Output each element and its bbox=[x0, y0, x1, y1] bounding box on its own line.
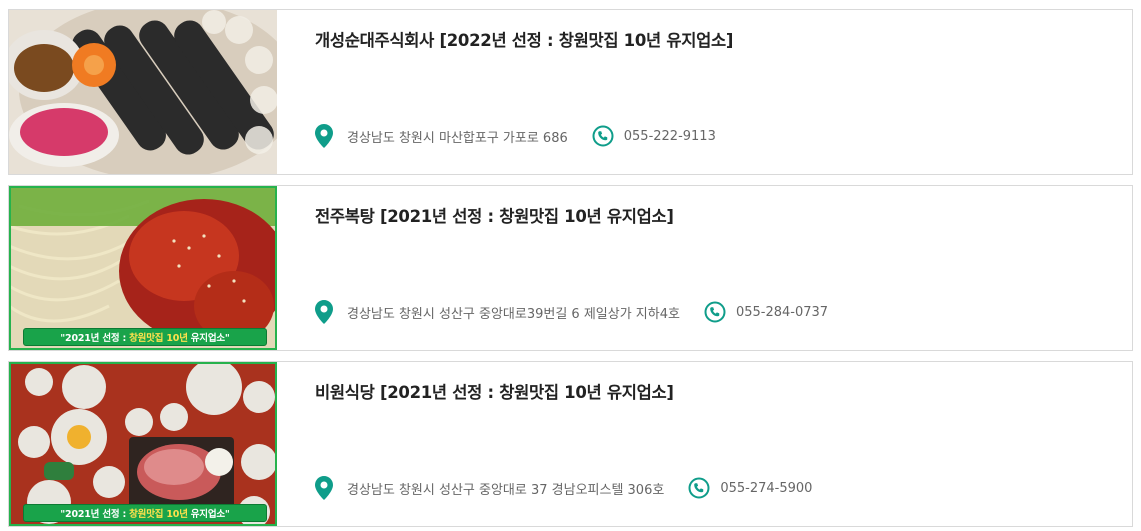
restaurant-name[interactable]: 비원식당 [2021년 선정 : 창원맛집 10년 유지업소] bbox=[315, 382, 1132, 404]
phone-number[interactable]: 055-284-0737 bbox=[736, 305, 828, 320]
phone-row: 055-284-0737 bbox=[704, 301, 828, 323]
address-row: 경상남도 창원시 성산구 중앙대로 37 경남오피스텔 306호 bbox=[315, 476, 664, 500]
award-badge: "2021년 선정 : 창원맛집 10년 유지업소" bbox=[23, 328, 267, 346]
address-text: 경상남도 창원시 마산합포구 가포로 686 bbox=[347, 130, 568, 146]
address-row: 경상남도 창원시 마산합포구 가포로 686 bbox=[315, 124, 568, 148]
award-badge: "2021년 선정 : 창원맛집 10년 유지업소" bbox=[23, 504, 267, 522]
phone-number[interactable]: 055-274-5900 bbox=[720, 481, 812, 496]
address-text: 경상남도 창원시 성산구 중앙대로 37 경남오피스텔 306호 bbox=[347, 482, 665, 498]
address-text: 경상남도 창원시 성산구 중앙대로39번길 6 제일상가 지하4호 bbox=[347, 306, 680, 322]
restaurant-card[interactable]: "2021년 선정 : 창원맛집 10년 유지업소" 비원식당 [2021년 선… bbox=[8, 361, 1133, 527]
restaurant-info: 비원식당 [2021년 선정 : 창원맛집 10년 유지업소] 경상남도 창원시… bbox=[277, 362, 1132, 526]
map-pin-icon bbox=[315, 476, 333, 500]
restaurant-info: 개성순대주식회사 [2022년 선정 : 창원맛집 10년 유지업소] 경상남도… bbox=[277, 10, 1132, 174]
phone-row: 055-222-9113 bbox=[592, 125, 716, 147]
badge-prefix: "2021년 선정 : bbox=[60, 509, 127, 520]
phone-icon bbox=[704, 301, 726, 323]
restaurant-name[interactable]: 전주복탕 [2021년 선정 : 창원맛집 10년 유지업소] bbox=[315, 206, 1132, 228]
phone-icon bbox=[688, 477, 710, 499]
map-pin-icon bbox=[315, 300, 333, 324]
badge-highlight: 창원맛집 10년 bbox=[129, 509, 188, 520]
restaurant-name[interactable]: 개성순대주식회사 [2022년 선정 : 창원맛집 10년 유지업소] bbox=[315, 30, 1132, 52]
restaurant-list: 개성순대주식회사 [2022년 선정 : 창원맛집 10년 유지업소] 경상남도… bbox=[8, 9, 1133, 531]
restaurant-card[interactable]: "2021년 선정 : 창원맛집 10년 유지업소" 전주복탕 [2021년 선… bbox=[8, 185, 1133, 351]
restaurant-card[interactable]: 개성순대주식회사 [2022년 선정 : 창원맛집 10년 유지업소] 경상남도… bbox=[8, 9, 1133, 175]
address-row: 경상남도 창원시 성산구 중앙대로39번길 6 제일상가 지하4호 bbox=[315, 300, 680, 324]
restaurant-meta: 경상남도 창원시 성산구 중앙대로 37 경남오피스텔 306호 055-274… bbox=[315, 476, 836, 500]
badge-prefix: "2021년 선정 : bbox=[60, 333, 127, 344]
restaurant-info: 전주복탕 [2021년 선정 : 창원맛집 10년 유지업소] 경상남도 창원시… bbox=[277, 186, 1132, 350]
phone-icon bbox=[592, 125, 614, 147]
restaurant-photo[interactable] bbox=[9, 10, 277, 174]
restaurant-meta: 경상남도 창원시 마산합포구 가포로 686 055-222-9113 bbox=[315, 124, 740, 148]
restaurant-photo[interactable]: "2021년 선정 : 창원맛집 10년 유지업소" bbox=[9, 362, 277, 526]
badge-highlight: 창원맛집 10년 bbox=[129, 333, 188, 344]
phone-number[interactable]: 055-222-9113 bbox=[624, 129, 716, 144]
badge-suffix: 유지업소" bbox=[190, 333, 230, 344]
restaurant-meta: 경상남도 창원시 성산구 중앙대로39번길 6 제일상가 지하4호 055-28… bbox=[315, 300, 852, 324]
phone-row: 055-274-5900 bbox=[688, 477, 812, 499]
restaurant-photo[interactable]: "2021년 선정 : 창원맛집 10년 유지업소" bbox=[9, 186, 277, 350]
map-pin-icon bbox=[315, 124, 333, 148]
badge-suffix: 유지업소" bbox=[190, 509, 230, 520]
